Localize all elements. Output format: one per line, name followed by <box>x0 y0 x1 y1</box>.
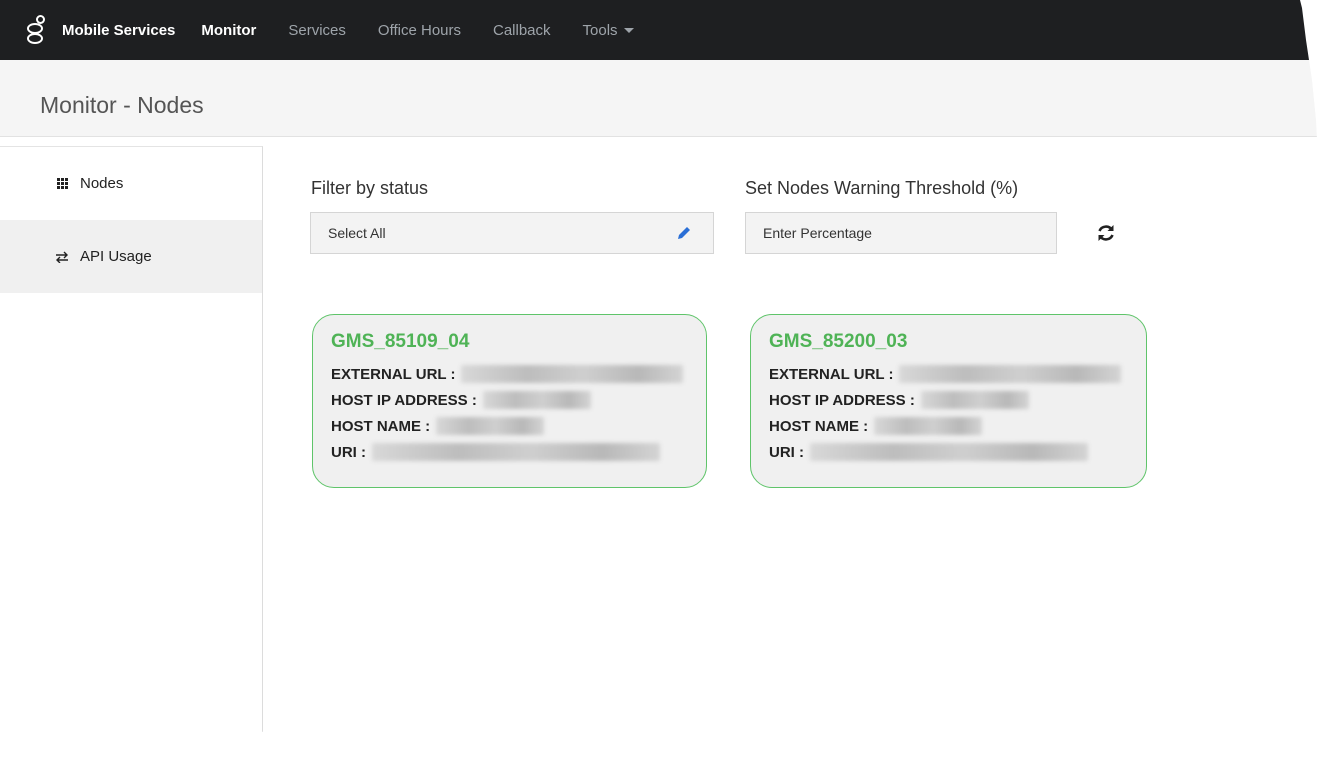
field-label: URI : <box>331 443 366 461</box>
grid-icon <box>54 178 70 189</box>
field-label: HOST IP ADDRESS : <box>331 391 477 409</box>
redacted-value <box>482 391 591 409</box>
sidebar-item-nodes[interactable]: Nodes <box>0 147 262 220</box>
filter-label: Filter by status <box>311 178 429 198</box>
field-label: HOST NAME : <box>769 417 869 435</box>
sidebar: Nodes API Usage <box>0 146 263 752</box>
status-filter-value: Select All <box>328 225 386 241</box>
field-label: URI : <box>769 443 804 461</box>
external-url-row: EXTERNAL URL : <box>331 361 706 387</box>
main-content: Filter by status Select All Set Nodes Wa… <box>263 147 1318 752</box>
nav-item-tools-label: Tools <box>582 21 618 39</box>
field-label: EXTERNAL URL : <box>331 365 456 383</box>
exchange-arrows-icon <box>54 251 70 263</box>
host-ip-row: HOST IP ADDRESS : <box>769 387 1146 413</box>
external-url-row: EXTERNAL URL : <box>769 361 1146 387</box>
sidebar-item-label: Nodes <box>80 175 124 192</box>
status-filter-select[interactable]: Select All <box>310 212 714 254</box>
threshold-input[interactable]: Enter Percentage <box>745 212 1057 254</box>
pencil-icon <box>678 227 690 239</box>
field-label: EXTERNAL URL : <box>769 365 894 383</box>
redacted-value <box>920 391 1029 409</box>
node-name: GMS_85109_04 <box>331 331 470 352</box>
nav-item-monitor[interactable]: Monitor <box>201 22 256 39</box>
redacted-value <box>436 417 545 435</box>
sidebar-item-api-usage[interactable]: API Usage <box>0 220 262 293</box>
caret-down-icon <box>623 27 634 33</box>
uri-row: URI : <box>769 439 1146 465</box>
top-navbar: Mobile Services Monitor Services Office … <box>0 0 1318 60</box>
page-title: Monitor - Nodes <box>40 92 204 118</box>
host-name-row: HOST NAME : <box>769 413 1146 439</box>
brand-name[interactable]: Mobile Services <box>62 22 175 39</box>
nav-item-callback[interactable]: Callback <box>493 22 551 39</box>
nav-item-services[interactable]: Services <box>288 22 346 39</box>
redacted-value <box>899 365 1122 383</box>
threshold-label: Set Nodes Warning Threshold (%) <box>745 178 1019 198</box>
threshold-placeholder: Enter Percentage <box>763 225 872 241</box>
app-logo-icon[interactable] <box>22 0 52 60</box>
node-name: GMS_85200_03 <box>769 331 908 352</box>
redacted-value <box>874 417 983 435</box>
redacted-value <box>372 443 660 461</box>
node-card[interactable]: GMS_85200_03 EXTERNAL URL : HOST IP ADDR… <box>750 314 1147 488</box>
uri-row: URI : <box>331 439 706 465</box>
field-label: HOST NAME : <box>331 417 431 435</box>
node-card[interactable]: GMS_85109_04 EXTERNAL URL : HOST IP ADDR… <box>312 314 707 488</box>
nav-item-office-hours[interactable]: Office Hours <box>378 22 461 39</box>
field-label: HOST IP ADDRESS : <box>769 391 915 409</box>
screenshot-frame: Mobile Services Monitor Services Office … <box>0 0 1318 752</box>
redacted-value <box>810 443 1088 461</box>
sidebar-item-label: API Usage <box>80 248 152 265</box>
host-ip-row: HOST IP ADDRESS : <box>331 387 706 413</box>
page-header: Monitor - Nodes <box>0 60 1318 137</box>
nav-item-tools[interactable]: Tools <box>583 22 634 39</box>
refresh-icon[interactable] <box>1095 222 1117 244</box>
redacted-value <box>461 365 684 383</box>
host-name-row: HOST NAME : <box>331 413 706 439</box>
